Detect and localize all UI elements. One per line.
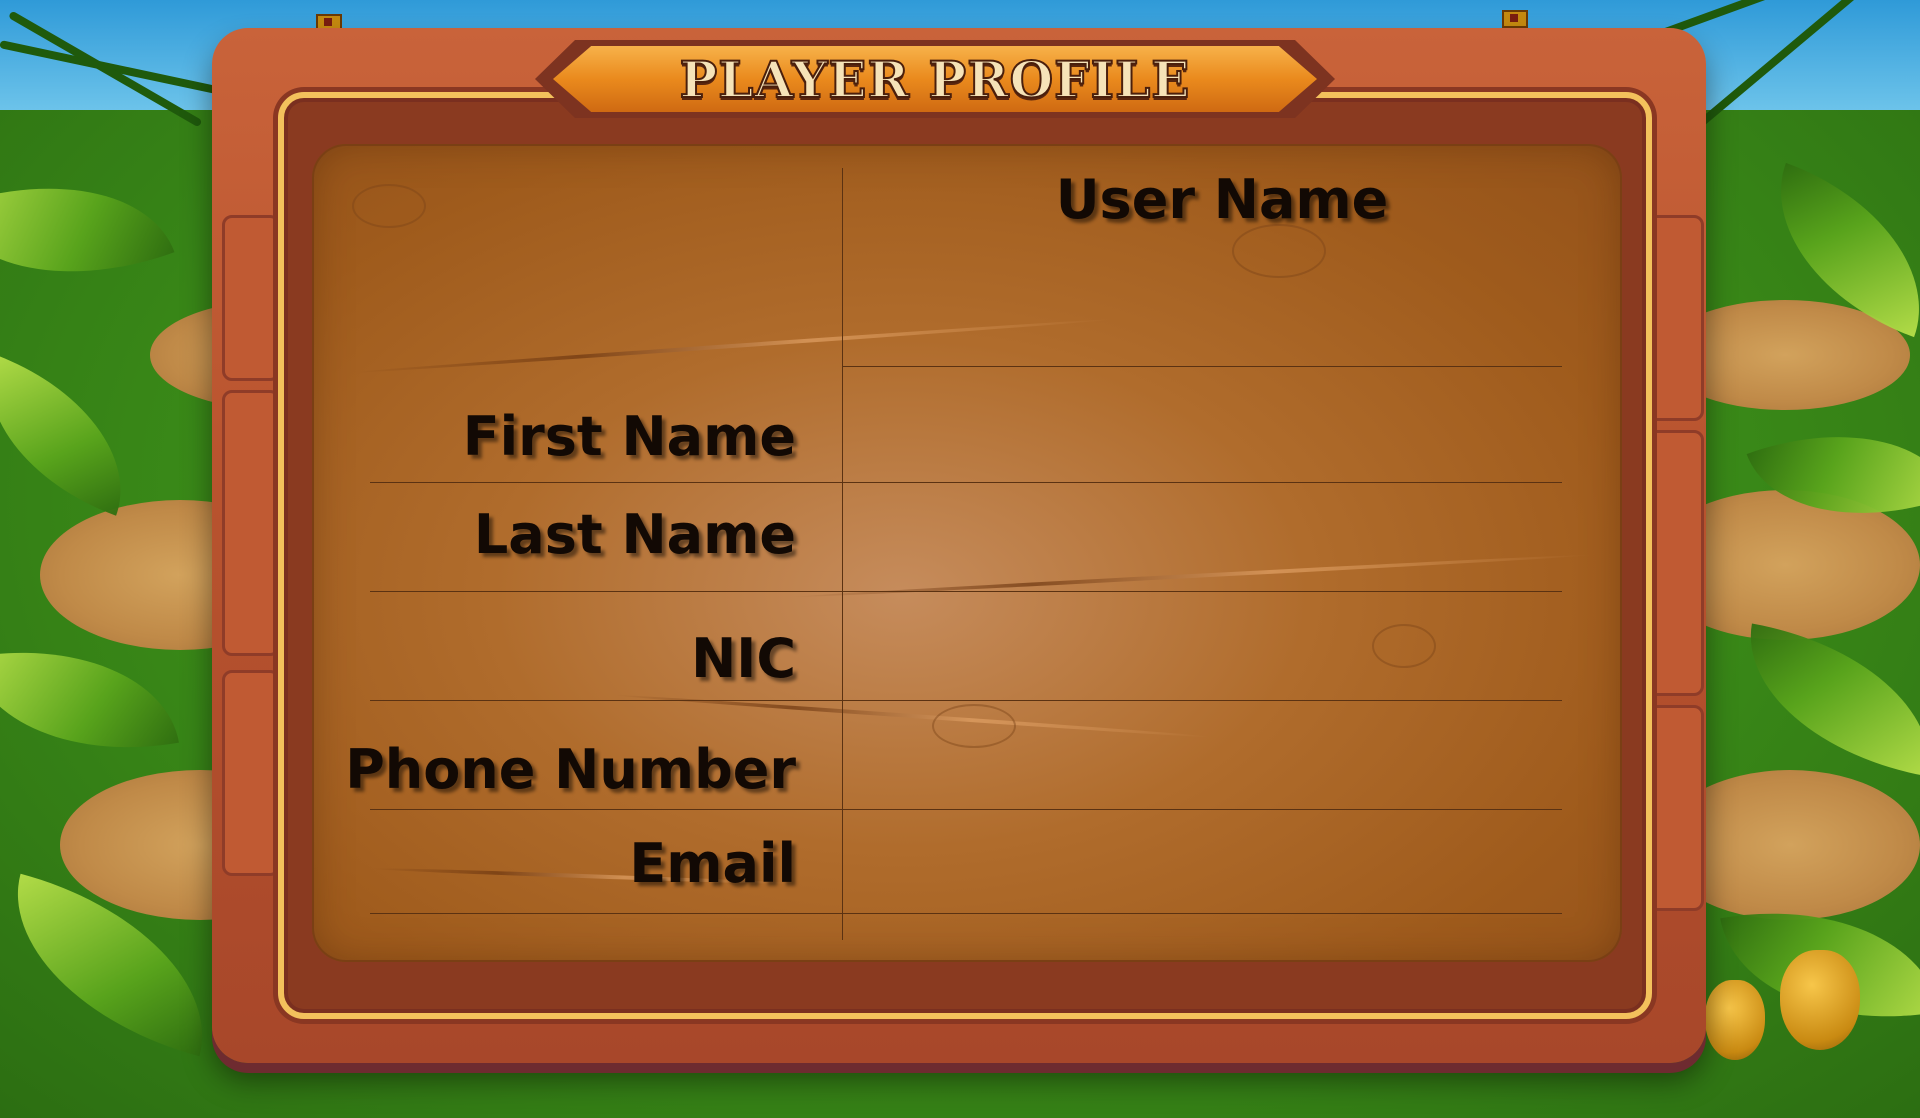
- last-name-label: Last Name: [473, 503, 796, 566]
- frame-plank: [1646, 215, 1704, 421]
- column-divider: [842, 168, 843, 940]
- flag-icon: [1502, 10, 1528, 28]
- wood-knot: [352, 184, 426, 228]
- frame-plank: [222, 215, 280, 381]
- phone-number-label: Phone Number: [345, 738, 796, 801]
- wood-crack: [792, 553, 1592, 599]
- frame-plank: [1646, 705, 1704, 911]
- wood-knot: [1372, 624, 1436, 668]
- row-divider: [370, 913, 1562, 914]
- pineapple: [1780, 950, 1860, 1050]
- wood-knot: [932, 704, 1016, 748]
- row-divider: [370, 482, 1562, 483]
- row-divider: [842, 366, 1562, 367]
- frame-plank: [1646, 430, 1704, 696]
- frame-plank: [222, 670, 280, 876]
- row-divider: [370, 809, 1562, 810]
- first-name-label: First Name: [462, 405, 796, 468]
- wood-knot: [1232, 224, 1326, 278]
- frame-plank: [222, 390, 280, 656]
- page-title: PLAYER PROFILE: [679, 49, 1191, 110]
- row-divider: [370, 591, 1562, 592]
- pineapple: [1705, 980, 1765, 1060]
- email-label: Email: [629, 832, 796, 895]
- nic-label: NIC: [691, 627, 796, 690]
- row-divider: [370, 700, 1562, 701]
- user-name-label: User Name: [1055, 168, 1389, 231]
